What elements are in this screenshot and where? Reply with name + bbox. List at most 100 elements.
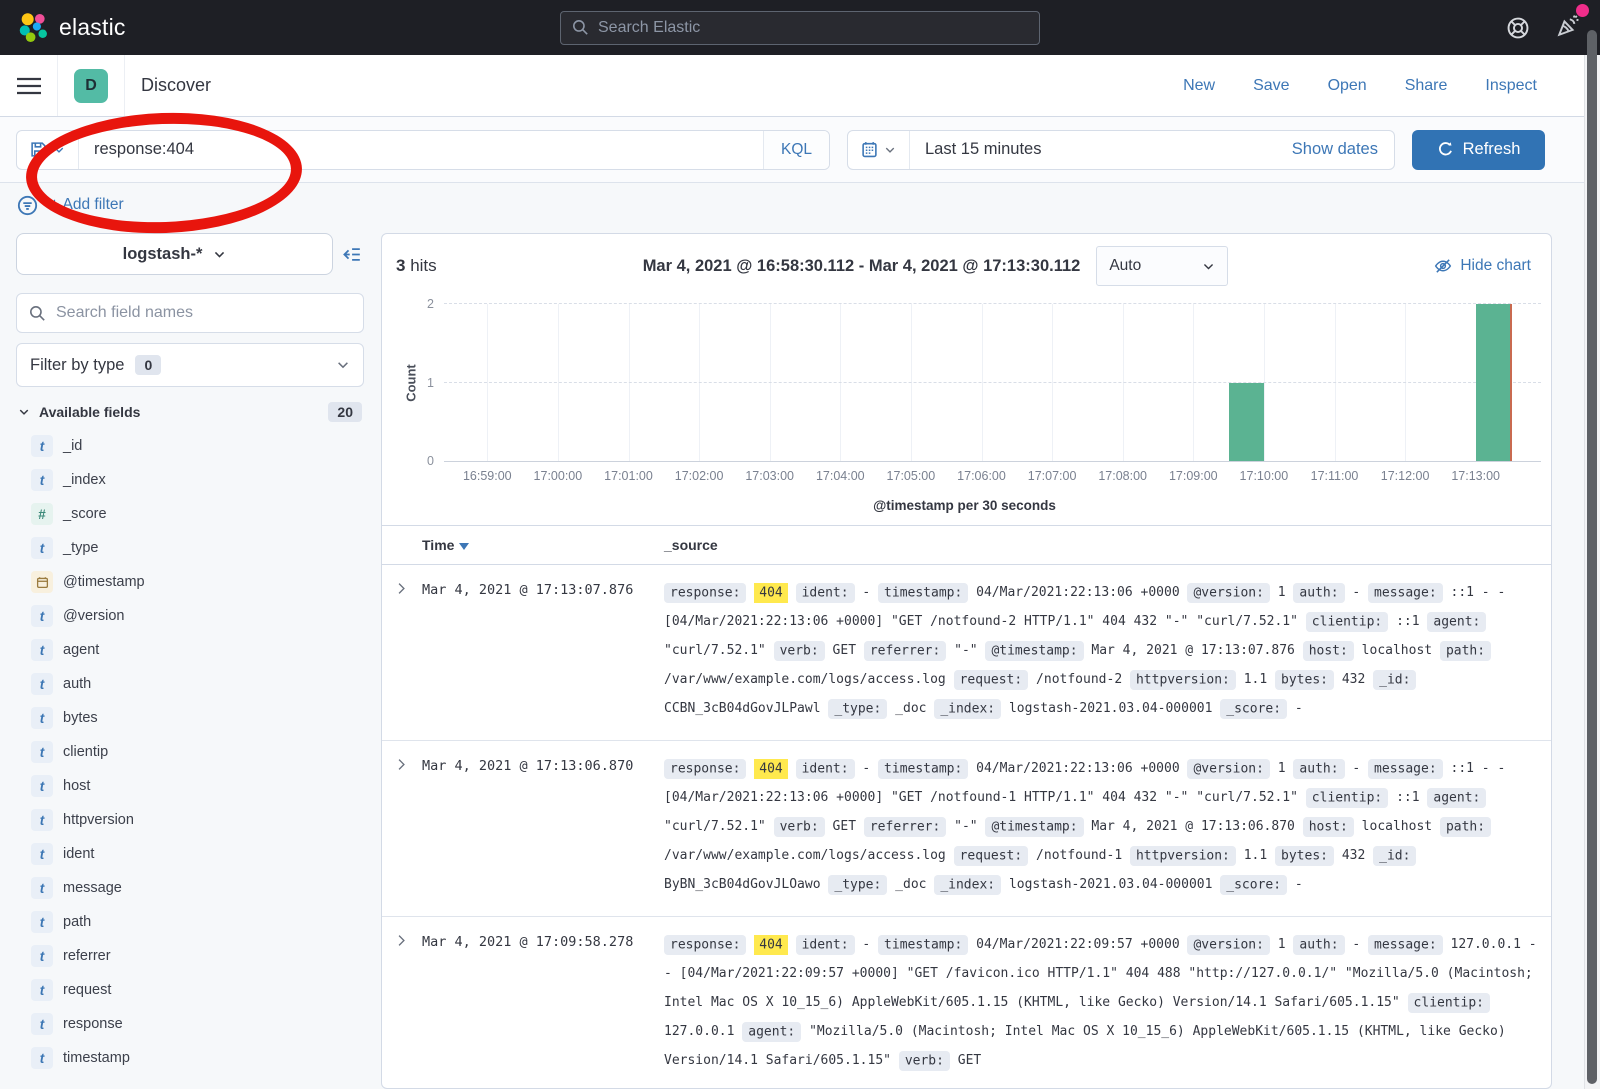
saved-queries-button[interactable] bbox=[17, 131, 79, 169]
text-field-icon: t bbox=[31, 911, 53, 933]
field-name: path bbox=[63, 914, 91, 930]
source-value: ByBN_3cB04dGovJLOawo bbox=[664, 877, 821, 892]
scrollbar-thumb[interactable] bbox=[1587, 30, 1597, 1084]
field-item-timestamp[interactable]: ttimestamp bbox=[16, 1041, 364, 1075]
field-item-response[interactable]: tresponse bbox=[16, 1007, 364, 1041]
histogram-bar[interactable] bbox=[1476, 304, 1511, 461]
action-open-button[interactable]: Open bbox=[1328, 77, 1367, 95]
add-filter-button[interactable]: + Add filter bbox=[50, 196, 124, 214]
field-item-bytes[interactable]: tbytes bbox=[16, 701, 364, 735]
source-field-badge: @version: bbox=[1187, 583, 1269, 603]
collapse-sidebar-icon[interactable] bbox=[342, 245, 364, 264]
field-item-clientip[interactable]: tclientip bbox=[16, 735, 364, 769]
field-item-agent[interactable]: tagent bbox=[16, 633, 364, 667]
discover-app-badge: D bbox=[74, 69, 108, 103]
expand-row-button[interactable] bbox=[382, 578, 422, 723]
global-search-input[interactable] bbox=[598, 19, 1028, 37]
field-item-referrer[interactable]: treferrer bbox=[16, 939, 364, 973]
field-name: @version bbox=[63, 608, 124, 624]
histogram-bar[interactable] bbox=[1229, 383, 1264, 462]
x-tick-label: 17:08:00 bbox=[1098, 469, 1147, 483]
source-field-badge: verb: bbox=[774, 817, 825, 837]
plot-domain bbox=[452, 304, 1511, 461]
field-name: _id bbox=[63, 438, 82, 454]
horizontal-gridline bbox=[444, 303, 1541, 304]
field-item-_id[interactable]: t _id bbox=[16, 429, 364, 463]
source-value: 1 bbox=[1278, 761, 1286, 776]
interval-select[interactable]: Auto bbox=[1096, 246, 1228, 286]
calendar-menu-button[interactable] bbox=[848, 131, 910, 169]
source-value: 1.1 bbox=[1244, 672, 1267, 687]
time-range-value[interactable]: Last 15 minutes bbox=[910, 140, 1041, 159]
expand-row-button[interactable] bbox=[382, 754, 422, 899]
source-value: 1 bbox=[1278, 937, 1286, 952]
source-field-badge: @version: bbox=[1187, 935, 1269, 955]
kql-button[interactable]: KQL bbox=[763, 131, 829, 169]
field-item-_type[interactable]: t_type bbox=[16, 531, 364, 565]
field-item-ident[interactable]: tident bbox=[16, 837, 364, 871]
field-item-message[interactable]: tmessage bbox=[16, 871, 364, 905]
x-tick-label: 17:11:00 bbox=[1311, 469, 1359, 483]
chevron-down-icon bbox=[336, 358, 350, 372]
show-dates-button[interactable]: Show dates bbox=[1292, 140, 1394, 159]
source-field-badge: _index: bbox=[934, 875, 1001, 895]
field-search[interactable] bbox=[16, 293, 364, 333]
help-icon[interactable] bbox=[1506, 16, 1530, 40]
action-share-button[interactable]: Share bbox=[1405, 77, 1448, 95]
source-value: _doc bbox=[895, 701, 926, 716]
index-pattern-select[interactable]: logstash-* bbox=[16, 233, 333, 275]
filter-by-type-select[interactable]: Filter by type 0 bbox=[16, 343, 364, 387]
action-new-button[interactable]: New bbox=[1183, 77, 1215, 95]
elastic-brand[interactable]: elastic bbox=[18, 12, 126, 43]
time-range-end-marker bbox=[1510, 304, 1512, 461]
horizontal-gridline bbox=[444, 382, 1541, 383]
field-search-input[interactable] bbox=[56, 304, 351, 322]
source-field-badge: response: bbox=[664, 583, 746, 603]
time-column-header[interactable]: Time bbox=[422, 537, 664, 553]
field-item-httpversion[interactable]: thttpversion bbox=[16, 803, 364, 837]
source-value: 04/Mar/2021:22:13:06 +0000 bbox=[976, 585, 1180, 600]
doc-source: response: 404 ident: - timestamp: 04/Mar… bbox=[664, 754, 1551, 899]
source-value: "curl/7.52.1" bbox=[664, 819, 766, 834]
page-title: Discover bbox=[141, 75, 211, 96]
chevron-down-icon bbox=[53, 144, 65, 156]
action-save-button[interactable]: Save bbox=[1253, 77, 1289, 95]
field-item-auth[interactable]: tauth bbox=[16, 667, 364, 701]
chevron-down-icon bbox=[18, 406, 30, 418]
field-item-path[interactable]: tpath bbox=[16, 905, 364, 939]
global-search[interactable] bbox=[560, 11, 1040, 45]
date-picker: Last 15 minutes Show dates bbox=[847, 130, 1395, 170]
source-field-badge: clientip: bbox=[1306, 612, 1388, 632]
vertical-gridline bbox=[1193, 304, 1194, 461]
sort-descending-icon[interactable] bbox=[459, 543, 469, 550]
x-tick-label: 17:12:00 bbox=[1381, 469, 1430, 483]
field-item-@version[interactable]: t@version bbox=[16, 599, 364, 633]
action-inspect-button[interactable]: Inspect bbox=[1485, 77, 1537, 95]
x-tick-label: 17:04:00 bbox=[816, 469, 865, 483]
chevron-down-icon bbox=[213, 248, 226, 261]
field-name: auth bbox=[63, 676, 91, 692]
query-input[interactable] bbox=[79, 140, 763, 159]
y-axis-title: Count bbox=[403, 364, 418, 402]
text-field-icon: t bbox=[31, 435, 53, 457]
text-field-icon: t bbox=[31, 979, 53, 1001]
vertical-gridline bbox=[911, 304, 912, 461]
vertical-gridline bbox=[699, 304, 700, 461]
source-field-badge: @timestamp: bbox=[985, 817, 1083, 837]
brand-text: elastic bbox=[59, 14, 126, 41]
menu-icon[interactable] bbox=[0, 55, 57, 116]
source-field-badge: auth: bbox=[1293, 759, 1344, 779]
field-item-_score[interactable]: #_score bbox=[16, 497, 364, 531]
refresh-button[interactable]: Refresh bbox=[1412, 130, 1545, 170]
expand-row-button[interactable] bbox=[382, 930, 422, 1075]
field-item-host[interactable]: thost bbox=[16, 769, 364, 803]
histogram-chart: Count 012 16:59:0017:00:0017:01:0017:02:… bbox=[382, 294, 1551, 525]
field-item-@timestamp[interactable]: @timestamp bbox=[16, 565, 364, 599]
field-item-_index[interactable]: t_index bbox=[16, 463, 364, 497]
available-fields-header[interactable]: Available fields 20 bbox=[16, 402, 364, 422]
hide-chart-button[interactable]: Hide chart bbox=[1434, 257, 1531, 275]
source-value: /var/www/example.com/logs/access.log bbox=[664, 672, 946, 687]
notification-dot bbox=[1576, 4, 1589, 17]
field-item-request[interactable]: trequest bbox=[16, 973, 364, 1007]
filter-icon[interactable] bbox=[17, 195, 38, 216]
